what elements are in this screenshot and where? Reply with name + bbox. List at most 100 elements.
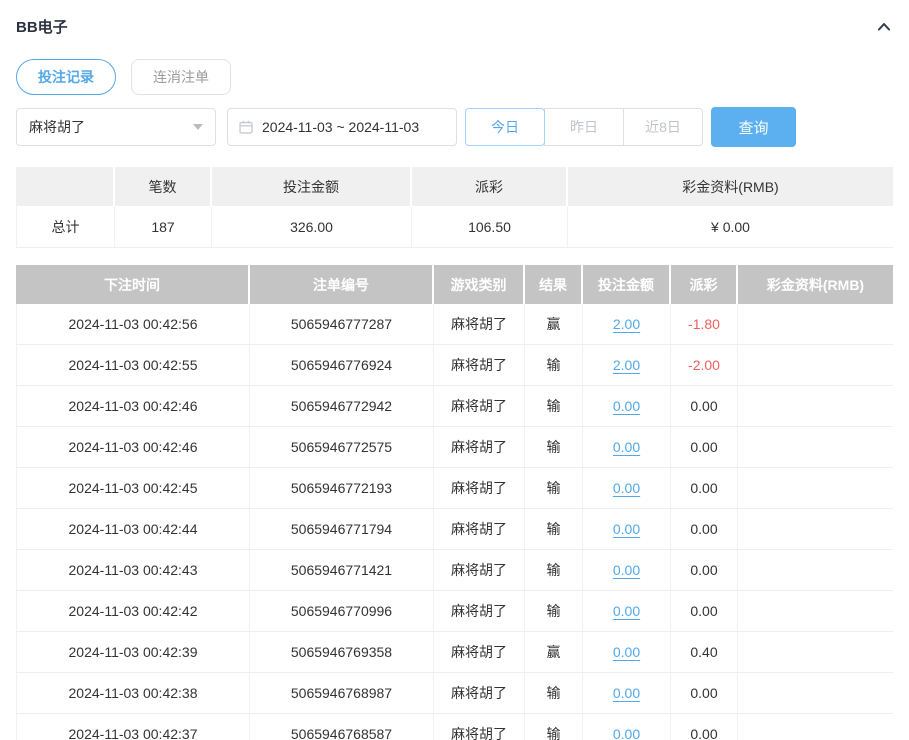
game-type-cell: 麻将胡了 [434,427,525,468]
jackpot-cell [738,591,893,632]
table-row: 2024-11-03 00:42:455065946772193麻将胡了输0.0… [16,468,893,509]
bet-amount-link[interactable]: 0.00 [613,726,640,740]
tab-bet-records[interactable]: 投注记录 [16,59,116,95]
summary-table: 笔数 投注金额 派彩 彩金资料(RMB) 总计 187 326.00 106.5… [16,167,893,248]
result-cell: 输 [525,550,583,591]
bet-amount-cell: 2.00 [583,345,671,386]
jackpot-cell [738,714,893,740]
collapse-panel-button[interactable] [875,18,893,36]
bet-time-cell: 2024-11-03 00:42:43 [16,550,250,591]
bet-time-cell: 2024-11-03 00:42:46 [16,386,250,427]
result-cell: 输 [525,591,583,632]
tabs: 投注记录 连消注单 [16,59,893,95]
payout-cell: 0.00 [671,427,738,468]
bets-header-jackpot: 彩金资料(RMB) [738,265,893,304]
summary-header-row: 笔数 投注金额 派彩 彩金资料(RMB) [16,167,893,206]
bet-amount-link[interactable]: 0.00 [613,644,640,660]
table-row: 2024-11-03 00:42:395065946769358麻将胡了赢 0.0… [16,632,893,673]
payout-cell: 0.00 [671,550,738,591]
filter-bar: 麻将胡了 2024-11-03 ~ 2024-11-03 今日 昨日 近8日 查… [16,107,893,147]
payout-cell: 0.00 [671,386,738,427]
summary-header-empty [16,167,115,206]
summary-header-count: 笔数 [115,167,212,206]
payout-cell: 0.00 [671,714,738,740]
last-8-days-button[interactable]: 近8日 [623,108,703,146]
bet-amount-link[interactable]: 0.00 [613,398,640,414]
today-button[interactable]: 今日 [465,108,545,146]
payout-cell: -1.80 [671,304,738,345]
bet-time-cell: 2024-11-03 00:42:55 [16,345,250,386]
result-cell: 输 [525,509,583,550]
order-no-cell: 5065946772575 [250,427,434,468]
bets-header-row: 下注时间 注单编号 游戏类别 结果 投注金额 派彩 彩金资料(RMB) [16,265,893,304]
order-no-cell: 5065946771421 [250,550,434,591]
payout-cell: 0.00 [671,468,738,509]
game-type-cell: 麻将胡了 [434,632,525,673]
bet-time-cell: 2024-11-03 00:42:39 [16,632,250,673]
summary-header-bet-amount: 投注金额 [212,167,412,206]
result-cell: 输 [525,386,583,427]
order-no-cell: 5065946771794 [250,509,434,550]
bet-amount-link[interactable]: 0.00 [613,439,640,455]
order-no-cell: 5065946772942 [250,386,434,427]
order-no-cell: 5065946772193 [250,468,434,509]
bet-amount-cell: 0.00 [583,591,671,632]
calendar-icon [238,119,254,135]
query-button[interactable]: 查询 [711,107,796,147]
jackpot-cell [738,509,893,550]
order-no-cell: 5065946769358 [250,632,434,673]
bet-amount-link[interactable]: 0.00 [613,603,640,619]
summary-header-jackpot: 彩金资料(RMB) [568,167,893,206]
summary-bet-amount-value: 326.00 [212,206,412,248]
payout-cell: 0.40 [671,632,738,673]
summary-count-value: 187 [115,206,212,248]
bet-amount-cell: 0.00 [583,632,671,673]
bet-amount-link[interactable]: 0.00 [613,480,640,496]
bet-time-cell: 2024-11-03 00:42:45 [16,468,250,509]
game-type-cell: 麻将胡了 [434,304,525,345]
table-row: 2024-11-03 00:42:465065946772942麻将胡了输0.0… [16,386,893,427]
bet-amount-link[interactable]: 2.00 [613,316,640,332]
bets-header-game-type: 游戏类别 [434,265,525,304]
order-no-cell: 5065946776924 [250,345,434,386]
bet-amount-link[interactable]: 0.00 [613,562,640,578]
jackpot-cell [738,632,893,673]
date-range-picker[interactable]: 2024-11-03 ~ 2024-11-03 [227,108,457,146]
result-cell: 输 [525,468,583,509]
jackpot-cell [738,345,893,386]
summary-total-label: 总计 [16,206,115,248]
bet-amount-cell: 0.00 [583,714,671,740]
bet-amount-link[interactable]: 2.00 [613,357,640,373]
payout-cell: -2.00 [671,345,738,386]
bet-time-cell: 2024-11-03 00:42:44 [16,509,250,550]
bet-amount-cell: 0.00 [583,509,671,550]
bet-amount-cell: 0.00 [583,550,671,591]
tab-cancelled-orders[interactable]: 连消注单 [131,59,231,95]
bet-amount-cell: 0.00 [583,386,671,427]
table-row: 2024-11-03 00:42:465065946772575麻将胡了输0.0… [16,427,893,468]
game-select-value: 麻将胡了 [29,117,85,137]
game-select[interactable]: 麻将胡了 [16,108,216,146]
bets-header-bet-amount: 投注金额 [583,265,671,304]
bets-table-body: 2024-11-03 00:42:565065946777287麻将胡了赢2.0… [16,304,893,740]
result-cell: 赢 [525,632,583,673]
bet-amount-link[interactable]: 0.00 [613,521,640,537]
bet-amount-cell: 0.00 [583,468,671,509]
jackpot-cell [738,304,893,345]
yesterday-button[interactable]: 昨日 [544,108,624,146]
order-no-cell: 5065946777287 [250,304,434,345]
game-type-cell: 麻将胡了 [434,673,525,714]
bet-amount-cell: 2.00 [583,304,671,345]
game-type-cell: 麻将胡了 [434,591,525,632]
bet-amount-link[interactable]: 0.00 [613,685,640,701]
order-no-cell: 5065946768587 [250,714,434,740]
summary-jackpot-value: ¥ 0.00 [568,206,893,248]
page-title: BB电子 [16,16,68,37]
chevron-up-icon [876,19,892,35]
tab-label: 连消注单 [153,69,209,85]
game-type-cell: 麻将胡了 [434,345,525,386]
table-row: 2024-11-03 00:42:565065946777287麻将胡了赢2.0… [16,304,893,345]
date-range-value: 2024-11-03 ~ 2024-11-03 [262,119,419,135]
bet-amount-cell: 0.00 [583,427,671,468]
payout-cell: 0.00 [671,509,738,550]
